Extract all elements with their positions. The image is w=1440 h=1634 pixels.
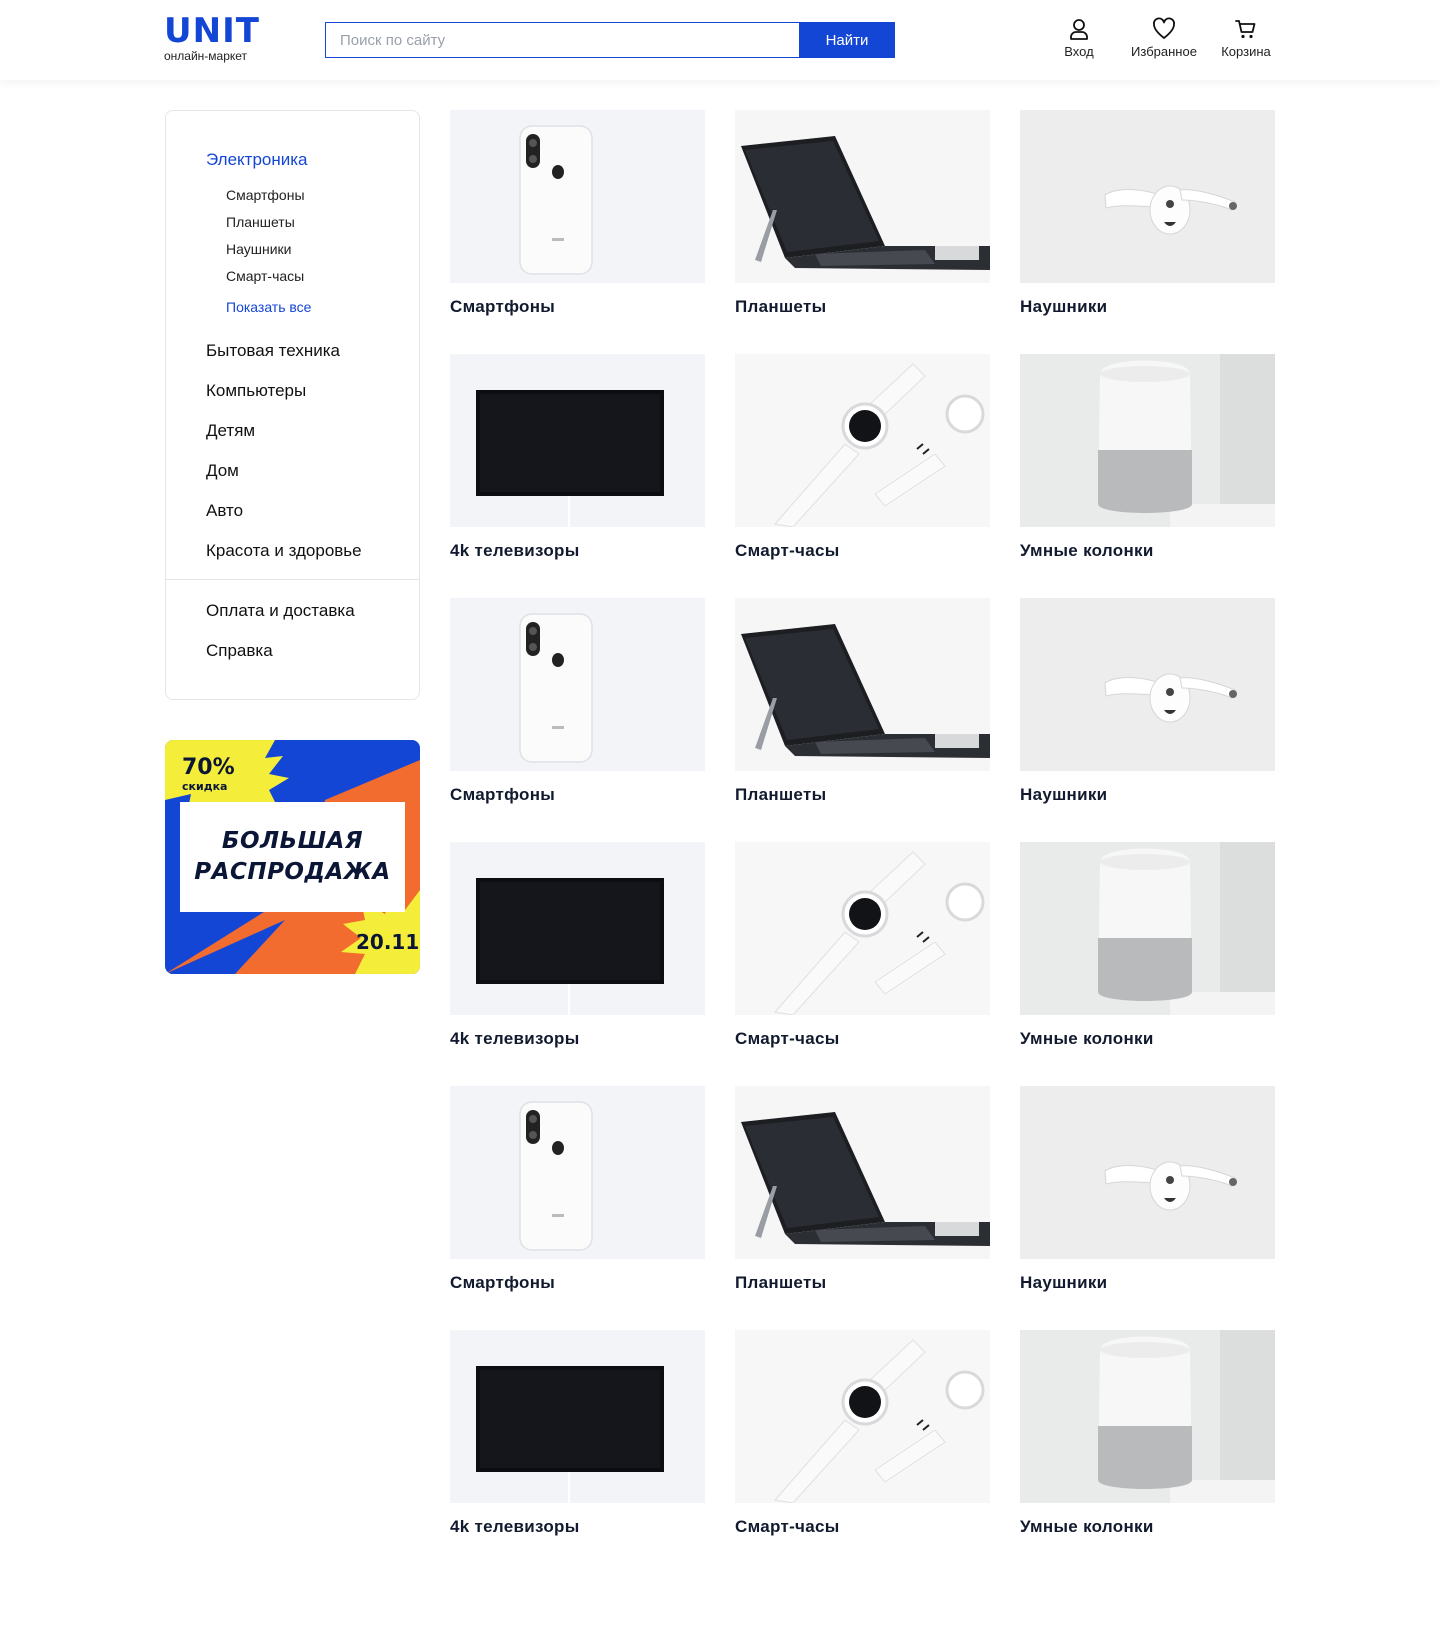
- product-card[interactable]: Смартфоны: [450, 598, 705, 842]
- sale-percent-label: скидка: [182, 780, 228, 793]
- product-title[interactable]: Планшеты: [735, 297, 990, 317]
- subcategory-item[interactable]: Планшеты: [226, 213, 305, 240]
- product-card[interactable]: 4k телевизоры: [450, 842, 705, 1086]
- show-all-link[interactable]: Показать все: [226, 299, 311, 315]
- cart-button[interactable]: Корзина: [1214, 16, 1278, 59]
- product-card[interactable]: 4k телевизоры: [450, 1330, 705, 1574]
- category-item[interactable]: Дом: [206, 460, 362, 500]
- product-title[interactable]: Смарт-часы: [735, 1517, 990, 1537]
- product-title[interactable]: Смартфоны: [450, 1273, 705, 1293]
- product-card[interactable]: Смартфоны: [450, 1086, 705, 1330]
- product-image-earbuds[interactable]: [1020, 110, 1275, 283]
- sale-date: 20.11: [356, 930, 420, 954]
- sale-title-box: БОЛЬШАЯ РАСПРОДАЖА: [180, 802, 405, 912]
- cart-label: Корзина: [1221, 44, 1271, 59]
- product-image-speaker[interactable]: [1020, 1330, 1275, 1503]
- heart-icon: [1153, 17, 1175, 39]
- payment-delivery-link[interactable]: Оплата и доставка: [206, 600, 355, 640]
- product-title[interactable]: Умные колонки: [1020, 1517, 1275, 1537]
- product-card[interactable]: Смарт-часы: [735, 1330, 990, 1574]
- product-image-smartphone[interactable]: [450, 110, 705, 283]
- product-card[interactable]: Смарт-часы: [735, 842, 990, 1086]
- search-button[interactable]: Найти: [799, 22, 895, 58]
- sale-title-line2: РАСПРОДАЖА: [194, 859, 391, 885]
- product-image-tv[interactable]: [450, 354, 705, 527]
- product-image-earbuds[interactable]: [1020, 598, 1275, 771]
- sidebar-divider: [166, 579, 419, 580]
- search-form: Найти: [325, 22, 895, 58]
- product-card[interactable]: Наушники: [1020, 598, 1275, 842]
- product-title[interactable]: Планшеты: [735, 1273, 990, 1293]
- info-links: Оплата и доставка Справка: [206, 600, 355, 680]
- product-card[interactable]: Планшеты: [735, 598, 990, 842]
- login-button[interactable]: Вход: [1050, 16, 1108, 59]
- product-image-earbuds[interactable]: [1020, 1086, 1275, 1259]
- product-card[interactable]: Смарт-часы: [735, 354, 990, 598]
- user-icon: [1070, 19, 1088, 40]
- help-link[interactable]: Справка: [206, 640, 355, 680]
- favorites-button[interactable]: Избранное: [1122, 16, 1206, 59]
- subcategory-list: Смартфоны Планшеты Наушники Смарт-часы: [226, 186, 305, 294]
- product-title[interactable]: Смартфоны: [450, 785, 705, 805]
- product-card[interactable]: Умные колонки: [1020, 1330, 1275, 1574]
- cart-icon: [1235, 20, 1256, 39]
- product-card[interactable]: Смартфоны: [450, 110, 705, 354]
- product-image-tv[interactable]: [450, 842, 705, 1015]
- product-image-smartphone[interactable]: [450, 598, 705, 771]
- product-title[interactable]: 4k телевизоры: [450, 1029, 705, 1049]
- product-title[interactable]: 4k телевизоры: [450, 541, 705, 561]
- product-grid: Смартфоны Планшеты Наушники 4k телевизоры См…: [450, 110, 1275, 1574]
- subcategory-item[interactable]: Смартфоны: [226, 186, 305, 213]
- logo-title: UNIT: [164, 11, 260, 51]
- product-card[interactable]: Умные колонки: [1020, 842, 1275, 1086]
- category-list: Бытовая техника Компьютеры Детям Дом Авт…: [206, 340, 362, 580]
- product-card[interactable]: Наушники: [1020, 110, 1275, 354]
- category-item[interactable]: Бытовая техника: [206, 340, 362, 380]
- product-title[interactable]: 4k телевизоры: [450, 1517, 705, 1537]
- product-title[interactable]: Смартфоны: [450, 297, 705, 317]
- product-image-tablet[interactable]: [735, 1086, 990, 1259]
- product-card[interactable]: Наушники: [1020, 1086, 1275, 1330]
- category-sidebar: Электроника Смартфоны Планшеты Наушники …: [165, 110, 420, 700]
- product-title[interactable]: Планшеты: [735, 785, 990, 805]
- product-card[interactable]: 4k телевизоры: [450, 354, 705, 598]
- product-card[interactable]: Умные колонки: [1020, 354, 1275, 598]
- product-title[interactable]: Смарт-часы: [735, 541, 990, 561]
- product-image-speaker[interactable]: [1020, 354, 1275, 527]
- header-actions: Вход Избранное Корзина: [1050, 16, 1278, 59]
- product-image-watch[interactable]: [735, 842, 990, 1015]
- product-image-smartphone[interactable]: [450, 1086, 705, 1259]
- sale-banner[interactable]: 70% скидка БОЛЬШАЯ РАСПРОДАЖА 20.11: [165, 740, 420, 974]
- category-item[interactable]: Красота и здоровье: [206, 540, 362, 580]
- product-title[interactable]: Наушники: [1020, 297, 1275, 317]
- login-label: Вход: [1064, 44, 1094, 59]
- product-card[interactable]: Планшеты: [735, 1086, 990, 1330]
- product-image-speaker[interactable]: [1020, 842, 1275, 1015]
- category-item[interactable]: Детям: [206, 420, 362, 460]
- product-card[interactable]: Планшеты: [735, 110, 990, 354]
- search-input[interactable]: [325, 22, 799, 58]
- product-image-tablet[interactable]: [735, 110, 990, 283]
- category-electronics[interactable]: Электроника: [206, 150, 308, 170]
- logo-subtitle: онлайн-маркет: [164, 49, 248, 63]
- product-title[interactable]: Наушники: [1020, 1273, 1275, 1293]
- logo[interactable]: UNIT онлайн-маркет: [164, 14, 260, 63]
- product-title[interactable]: Умные колонки: [1020, 541, 1275, 561]
- site-header: UNIT онлайн-маркет Найти Вход Избранное: [0, 0, 1440, 80]
- subcategory-item[interactable]: Смарт-часы: [226, 267, 305, 294]
- product-image-tablet[interactable]: [735, 598, 990, 771]
- subcategory-item[interactable]: Наушники: [226, 240, 305, 267]
- product-image-watch[interactable]: [735, 1330, 990, 1503]
- product-image-watch[interactable]: [735, 354, 990, 527]
- product-image-tv[interactable]: [450, 1330, 705, 1503]
- product-title[interactable]: Наушники: [1020, 785, 1275, 805]
- category-item[interactable]: Авто: [206, 500, 362, 540]
- sale-title-line1: БОЛЬШАЯ: [221, 828, 364, 854]
- favorites-label: Избранное: [1131, 44, 1197, 59]
- product-title[interactable]: Умные колонки: [1020, 1029, 1275, 1049]
- product-title[interactable]: Смарт-часы: [735, 1029, 990, 1049]
- sale-percent: 70%: [182, 755, 235, 780]
- category-item[interactable]: Компьютеры: [206, 380, 362, 420]
